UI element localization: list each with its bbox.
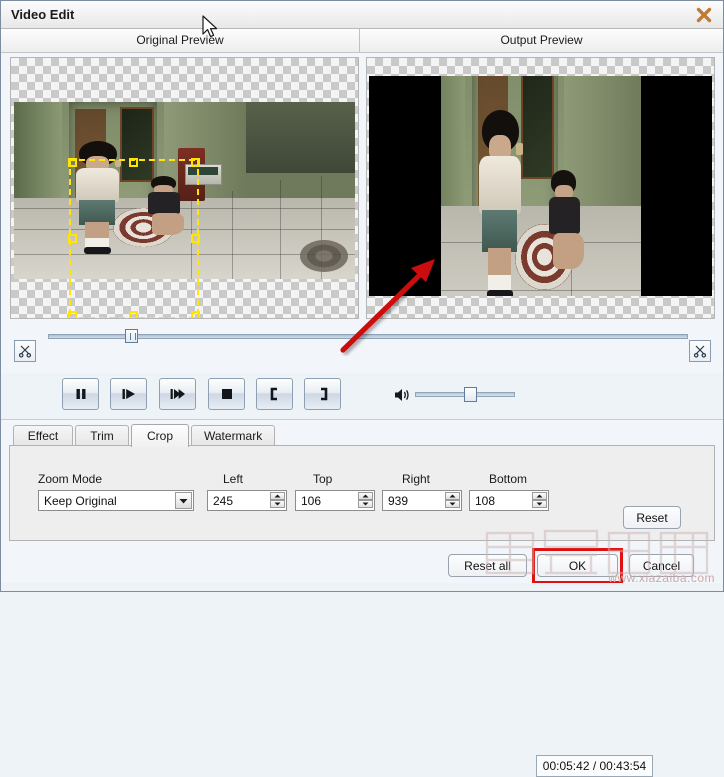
bottom-spinner[interactable]: 108 [469,490,549,511]
left-spinner[interactable]: 245 [207,490,287,511]
left-label: Left [223,472,243,486]
tab-crop[interactable]: Crop [131,424,189,447]
bracket-right-icon [315,386,331,402]
bottom-increment[interactable] [532,492,547,500]
trim-end-button[interactable] [689,340,711,362]
crop-panel: Zoom Mode Keep Original Left 245 Top 106… [9,445,715,541]
title-bar: Video Edit [1,1,723,29]
bottom-decrement[interactable] [532,500,547,508]
top-value: 106 [301,494,321,508]
left-value: 245 [213,494,233,508]
stop-icon [219,386,235,402]
close-x-icon [695,6,713,24]
left-decrement[interactable] [270,500,285,508]
right-label: Right [402,472,430,486]
chevron-down-icon[interactable] [175,492,192,509]
dialog-footer-strip [1,583,723,591]
mark-in-button[interactable] [256,378,293,410]
output-video-frame [441,76,641,296]
mark-out-button[interactable] [304,378,341,410]
top-decrement[interactable] [358,500,373,508]
output-preview-pane[interactable] [366,57,715,319]
top-label: Top [313,472,332,486]
section-divider [1,419,723,420]
timeline-track[interactable] [48,334,688,339]
top-increment[interactable] [358,492,373,500]
stop-button[interactable] [208,378,245,410]
volume-control[interactable] [393,385,518,405]
original-preview-pane[interactable] [10,57,359,319]
right-spinner[interactable]: 939 [382,490,462,511]
volume-thumb[interactable] [464,387,477,402]
scissors-icon [18,344,32,358]
pause-button[interactable] [62,378,99,410]
trim-start-button[interactable] [14,340,36,362]
close-button[interactable] [691,4,717,26]
top-spinner[interactable]: 106 [295,490,375,511]
pause-icon [73,386,89,402]
next-frame-icon [169,386,187,402]
tab-effect[interactable]: Effect [13,425,73,446]
step-forward-icon [120,386,138,402]
preview-header: Original Preview Output Preview [1,29,723,53]
right-value: 939 [388,494,408,508]
reset-button[interactable]: Reset [623,506,681,529]
reset-all-button[interactable]: Reset all [448,554,527,577]
original-video-frame [14,102,355,279]
bracket-left-icon [267,386,283,402]
scissors-icon [693,344,707,358]
bottom-label: Bottom [489,472,527,486]
left-increment[interactable] [270,492,285,500]
timeline [10,326,715,362]
edit-tabs: Effect Trim Crop Watermark [9,424,715,446]
next-frame-button[interactable] [159,378,196,410]
timeline-thumb[interactable] [125,329,138,343]
right-decrement[interactable] [445,500,460,508]
play-step-button[interactable] [110,378,147,410]
zoom-mode-value: Keep Original [44,494,117,508]
bottom-value: 108 [475,494,495,508]
tab-output-preview[interactable]: Output Preview [360,29,723,52]
video-edit-dialog: Video Edit Original Preview Output Previ… [0,0,724,592]
speaker-icon [393,386,412,404]
zoom-mode-select[interactable]: Keep Original [38,490,194,511]
page-title: Video Edit [11,7,74,22]
tab-trim[interactable]: Trim [75,425,129,446]
time-display: 00:05:42 / 00:43:54 [536,755,653,777]
right-increment[interactable] [445,492,460,500]
zoom-mode-label: Zoom Mode [38,472,102,486]
transport-bar: 00:05:42 / 00:43:54 [1,373,723,419]
tab-original-preview[interactable]: Original Preview [1,29,360,52]
ok-button[interactable]: OK [537,554,618,577]
tab-watermark[interactable]: Watermark [191,425,275,446]
